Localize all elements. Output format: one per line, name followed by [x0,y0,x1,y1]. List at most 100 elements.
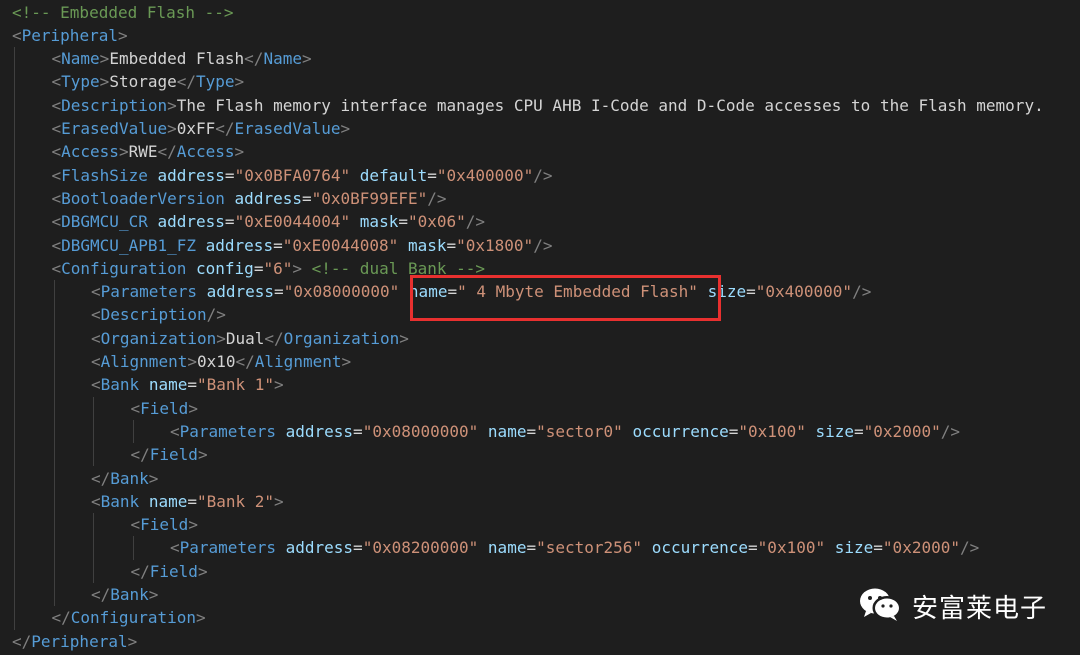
attribute-name: address [285,538,354,558]
attribute-name: address [205,235,274,255]
bracket-token: > [188,398,198,418]
code-line: </Configuration> [52,606,206,629]
bracket-token: /> [465,212,486,232]
tag-name: Organization [283,328,400,348]
attribute-value: "0x06" [407,212,466,232]
bracket-token: > [197,561,208,581]
code-line: <Alignment>0x10</Alignment> [91,350,351,373]
code-line: <ErasedValue>0xFF</ErasedValue> [52,117,351,140]
bracket-token: > [187,352,197,371]
code-line: <Name>Embedded Flash</Name> [52,47,312,70]
attribute-name: name [148,375,188,395]
indent-guide [132,536,134,560]
tag-name: Type [61,72,100,92]
code-line: <Description>The Flash memory interface … [52,94,1044,117]
watermark: 安富莱电子 [858,586,1047,626]
bracket-token: < [130,515,141,535]
comment-token: <!-- Embedded Flash --> [12,2,234,22]
text-token: = [224,212,235,232]
attribute-name: address [157,212,225,232]
code-line: <Peripheral> [12,24,128,47]
bracket-token: < [91,491,101,511]
bracket-token: > [196,608,206,628]
code-editor[interactable]: <!-- Embedded Flash --> <Peripheral> <Name… [0,0,1080,655]
text-token: = [746,282,756,302]
bracket-token: </ [51,608,71,628]
bracket-token: < [130,398,141,418]
code-line: <Field> [131,397,198,420]
code-line: <DBGMCU_CR address="0xE0044004" mask="0x… [52,210,486,233]
bracket-token: < [51,235,62,255]
tag-name: Name [61,49,100,69]
bracket-token: </ [91,468,111,488]
tag-name: Field [149,445,198,465]
text-token: = [224,165,235,185]
attribute-name: size [834,538,874,558]
tag-name: DBGMCU_CR [61,212,148,232]
code-line: <FlashSize address="0x0BFA0764" default=… [52,164,553,187]
bracket-token: </ [130,445,150,465]
attribute-value: "0x400000" [755,282,853,302]
bracket-token: > [340,119,351,138]
attribute-value: "0xE0044008" [282,235,399,255]
code-line: <Bank name="Bank 2"> [91,490,284,513]
bracket-token: </ [215,119,235,138]
indent-guide [93,513,94,583]
bracket-token: < [170,538,180,558]
tag-name: Peripheral [21,25,118,45]
bracket-token: /> [959,538,980,558]
text-token: Embedded Flash [109,49,245,69]
attribute-value: "6" [263,258,293,278]
text-token: = [274,282,284,302]
watermark-text: 安富莱电子 [912,593,1048,624]
attribute-value: "Bank 1" [196,375,275,395]
text-token: The Flash memory interface manages CPU A… [176,95,1044,115]
text-token: = [273,235,283,255]
tag-name: DBGMCU_APB1_FZ [61,235,196,255]
bracket-token: < [51,49,62,69]
indent-guide [93,396,94,467]
attribute-name: mask [407,235,447,255]
text-token: RWE [128,142,158,162]
text-token: 0xFF [176,119,216,138]
attribute-value: "0x08000000" [283,282,400,302]
attribute-value: "0x100" [738,421,806,441]
indent-guide [53,280,55,607]
tag-name: Organization [100,328,217,348]
tag-name: Field [140,398,189,418]
bracket-token: </ [130,561,150,581]
tag-name: Configuration [70,608,196,628]
code-line: <Field> [131,513,198,536]
attribute-name: occurrence [651,538,749,558]
highlight-box [410,275,721,321]
bracket-token: > [341,352,352,371]
text-token: = [526,421,537,441]
tag-name: Peripheral [31,631,128,651]
text-token: Dual [225,328,265,348]
text-token: = [301,188,312,208]
bracket-token: < [51,95,62,115]
attribute-name: address [206,282,275,302]
attribute-name: mask [359,212,399,232]
attribute-value: "0x2000" [863,421,941,441]
text-token: = [427,165,437,185]
code-line: <Parameters address="0x08200000" name="s… [170,536,979,559]
tag-name: Bank [100,491,140,511]
attribute-value: "0x0BFA0764" [234,165,351,185]
attribute-name: address [157,165,225,185]
attribute-name: config [196,258,254,278]
tag-name: Description [61,95,168,115]
bracket-token: /> [533,235,553,255]
code-line: <Organization>Dual</Organization> [91,327,409,350]
bracket-token: < [91,352,101,371]
